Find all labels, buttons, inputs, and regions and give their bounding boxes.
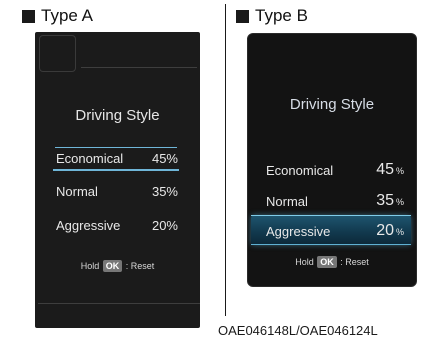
type-a-label: Type A xyxy=(22,6,93,26)
style-row-normal[interactable]: Normal 35% xyxy=(266,189,404,213)
percent-value: 35 xyxy=(376,192,394,209)
style-name: Economical xyxy=(56,151,124,166)
driving-style-title: Driving Style xyxy=(289,96,375,113)
percent-unit: % xyxy=(395,227,404,237)
style-percent: 45% xyxy=(151,151,178,166)
top-divider-line xyxy=(81,67,197,68)
reset-text: : Reset xyxy=(125,261,155,271)
type-a-label-text: Type A xyxy=(41,6,93,25)
hold-text: Hold xyxy=(80,261,100,271)
selection-top-line xyxy=(55,147,177,148)
column-divider xyxy=(225,4,226,316)
hold-ok-reset-hint: Hold OK : Reset xyxy=(35,260,200,272)
style-row-normal[interactable]: Normal 35% xyxy=(56,184,178,199)
corner-frame-box xyxy=(39,35,76,72)
type-b-display: Driving Style Economical 45% Normal 35% … xyxy=(247,33,417,287)
type-b-label: Type B xyxy=(236,6,308,26)
selection-bottom-line xyxy=(53,169,179,171)
percent-value: 45 xyxy=(376,161,394,178)
style-row-aggressive[interactable]: Aggressive 20% xyxy=(56,218,178,233)
type-b-label-text: Type B xyxy=(255,6,308,25)
style-row-aggressive[interactable]: Aggressive 20% xyxy=(266,219,404,243)
style-percent: 45% xyxy=(376,161,404,179)
style-row-economical[interactable]: Economical 45% xyxy=(56,151,178,166)
style-percent: 35% xyxy=(376,192,404,210)
square-bullet-icon xyxy=(22,9,35,23)
style-name: Aggressive xyxy=(266,223,331,239)
style-name: Economical xyxy=(266,162,334,178)
image-code-caption: OAE046148L/OAE046124L xyxy=(218,323,378,338)
hold-ok-reset-hint: Hold OK : Reset xyxy=(248,256,416,268)
style-percent: 35% xyxy=(151,184,178,199)
ok-button-badge: OK xyxy=(102,260,123,272)
percent-unit: % xyxy=(395,166,404,176)
driving-style-title: Driving Style xyxy=(75,107,160,124)
square-bullet-icon xyxy=(236,9,249,23)
style-name: Normal xyxy=(56,184,98,199)
hold-text: Hold xyxy=(295,257,314,267)
type-a-display: Driving Style Economical 45% Normal 35% … xyxy=(35,32,200,328)
reset-text: : Reset xyxy=(340,257,369,267)
style-row-economical[interactable]: Economical 45% xyxy=(266,158,404,182)
bottom-divider-line xyxy=(38,303,200,304)
percent-unit: % xyxy=(395,197,404,207)
percent-value: 20 xyxy=(376,222,394,239)
style-percent: 20% xyxy=(151,218,178,233)
style-percent: 20% xyxy=(376,222,404,240)
style-name: Normal xyxy=(266,193,308,209)
style-name: Aggressive xyxy=(56,218,121,233)
ok-button-badge: OK xyxy=(317,256,337,268)
